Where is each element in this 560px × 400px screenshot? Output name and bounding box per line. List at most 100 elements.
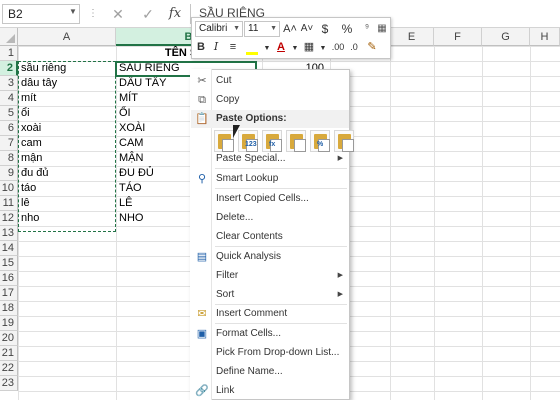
row-header[interactable]: 11: [0, 196, 18, 211]
cancel-entry-icon[interactable]: ✕: [108, 4, 128, 24]
decrease-decimal-icon[interactable]: .0: [346, 39, 362, 55]
paste-options-header: 📋 Paste Options:: [191, 110, 349, 128]
insert-function-button[interactable]: fx: [165, 4, 185, 24]
row-header[interactable]: 6: [0, 121, 18, 136]
row-header[interactable]: 5: [0, 106, 18, 121]
chevron-down-icon[interactable]: ▼: [263, 41, 271, 57]
column-header-h[interactable]: H: [530, 28, 560, 46]
menu-item-pick-list[interactable]: Pick From Drop-down List...: [191, 344, 349, 363]
row-header[interactable]: 22: [0, 361, 18, 376]
confirm-entry-icon[interactable]: ✓: [138, 4, 158, 24]
paste-default-icon[interactable]: [214, 130, 234, 152]
copy-marquee: [18, 61, 116, 232]
row-header[interactable]: 20: [0, 331, 18, 346]
row-header[interactable]: 19: [0, 316, 18, 331]
row-header[interactable]: 16: [0, 271, 18, 286]
menu-item-quick-analysis[interactable]: ▤ Quick Analysis: [191, 248, 349, 267]
menu-item-smart-lookup[interactable]: ⚲ Smart Lookup: [191, 170, 349, 189]
font-name-value: Calibri: [199, 23, 228, 34]
paste-option-tag: 123: [245, 141, 257, 148]
row-header[interactable]: 21: [0, 346, 18, 361]
name-box-dropdown-icon[interactable]: ▼: [68, 7, 78, 19]
submenu-arrow-icon: ▶: [337, 155, 343, 162]
shrink-font-button[interactable]: A˅: [300, 21, 314, 37]
mouse-cursor-icon: [233, 125, 240, 138]
menu-item-label: Link: [216, 385, 235, 396]
row-header[interactable]: 12: [0, 211, 18, 226]
menu-item-filter[interactable]: Filter ▶: [191, 267, 349, 286]
paste-formatting-icon[interactable]: [286, 130, 306, 152]
menu-item-label: Paste Special...: [216, 153, 286, 164]
row-header[interactable]: 10: [0, 181, 18, 196]
column-header-f[interactable]: F: [434, 28, 482, 46]
comma-style-icon[interactable]: ⁹: [360, 21, 374, 37]
menu-item-label: Cut: [216, 75, 232, 86]
percent-button[interactable]: %: [340, 21, 354, 37]
menu-item-label: Smart Lookup: [216, 173, 279, 184]
paste-icon: 📋: [195, 113, 209, 125]
column-header-a[interactable]: A: [18, 28, 116, 46]
currency-button[interactable]: $: [318, 21, 332, 37]
row-header[interactable]: 2: [0, 61, 18, 76]
paste-link-icon[interactable]: [334, 130, 354, 152]
chevron-down-icon[interactable]: ▼: [291, 41, 299, 57]
row-header[interactable]: 8: [0, 151, 18, 166]
font-color-icon[interactable]: A: [274, 39, 288, 55]
menu-item-label: Delete...: [216, 212, 254, 223]
menu-separator: [215, 168, 347, 169]
font-size-value: 11: [248, 23, 259, 34]
menu-item-link[interactable]: 🔗 Link: [191, 382, 349, 400]
row-header[interactable]: 17: [0, 286, 18, 301]
paste-transpose-icon[interactable]: %: [310, 130, 330, 152]
menu-separator: [215, 246, 347, 247]
row-header[interactable]: 13: [0, 226, 18, 241]
column-header-e[interactable]: E: [390, 28, 434, 46]
align-center-icon[interactable]: ≡: [226, 39, 240, 55]
search-icon: ⚲: [197, 173, 207, 185]
submenu-arrow-icon: ▶: [337, 291, 343, 298]
menu-item-label: Insert Comment: [216, 308, 288, 319]
row-header[interactable]: 18: [0, 301, 18, 316]
menu-item-delete[interactable]: Delete...: [191, 209, 349, 228]
row-header[interactable]: 7: [0, 136, 18, 151]
paste-option-tag: %: [317, 141, 324, 148]
row-header[interactable]: 3: [0, 76, 18, 91]
borders-icon[interactable]: ▦: [302, 39, 316, 55]
font-name-select[interactable]: Calibri ▼: [195, 21, 243, 37]
row-header[interactable]: 15: [0, 256, 18, 271]
paste-formulas-icon[interactable]: fx: [262, 130, 282, 152]
grow-font-button[interactable]: A˄: [283, 21, 297, 37]
menu-item-copy[interactable]: ⧉ Copy: [191, 91, 349, 110]
paste-values-icon[interactable]: 123: [238, 130, 258, 152]
menu-item-paste-special[interactable]: Paste Special... ▶: [191, 150, 349, 169]
column-header-g[interactable]: G: [482, 28, 530, 46]
chevron-down-icon: ▼: [233, 25, 240, 32]
fill-color-icon[interactable]: [244, 39, 260, 55]
table-icon[interactable]: ▦: [375, 21, 389, 37]
bold-button[interactable]: B: [195, 39, 207, 55]
italic-button[interactable]: I: [210, 39, 222, 55]
menu-item-format-cells[interactable]: ▣ Format Cells...: [191, 325, 349, 344]
menu-item-label: Define Name...: [216, 366, 283, 377]
font-size-select[interactable]: 11 ▼: [244, 21, 280, 37]
menu-item-label: Filter: [216, 270, 239, 281]
menu-item-insert-comment[interactable]: ✉ Insert Comment: [191, 305, 349, 324]
menu-item-define-name[interactable]: Define Name...: [191, 363, 349, 382]
row-header[interactable]: 4: [0, 91, 18, 106]
menu-item-insert-copied-cells[interactable]: Insert Copied Cells...: [191, 190, 349, 209]
row-header[interactable]: 9: [0, 166, 18, 181]
row-header[interactable]: 23: [0, 376, 18, 391]
increase-decimal-icon[interactable]: .00: [330, 39, 346, 55]
menu-item-sort[interactable]: Sort ▶: [191, 286, 349, 305]
chevron-down-icon[interactable]: ▼: [319, 41, 327, 57]
row-header[interactable]: 14: [0, 241, 18, 256]
menu-item-cut[interactable]: ✂ Cut: [191, 72, 349, 91]
menu-item-label: Quick Analysis: [216, 251, 282, 262]
format-cells-icon: ▣: [196, 328, 208, 340]
grid-line: [434, 46, 435, 400]
menu-item-clear-contents[interactable]: Clear Contents: [191, 228, 349, 247]
grid-line: [530, 46, 531, 400]
row-header[interactable]: 1: [0, 46, 18, 61]
select-all-triangle-icon: [6, 34, 15, 43]
format-painter-icon[interactable]: ✎: [364, 39, 380, 55]
